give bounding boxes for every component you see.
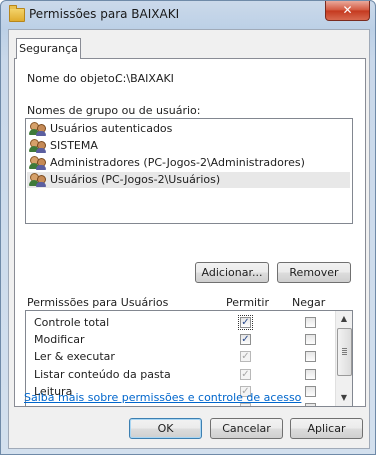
group-item-label: Usuários (PC-Jogos-2\Usuários) [50, 173, 221, 186]
group-item-label: SISTEMA [50, 139, 98, 152]
permission-row-controle-total: Controle total ✓ [26, 315, 336, 332]
groups-listbox[interactable]: Usuários autenticados SISTEMA Administra… [25, 118, 353, 224]
group-item-label: Administradores (PC-Jogos-2\Administrado… [50, 156, 305, 169]
security-tab-panel: Nome do objeto: C:\BAIXAKI Nomes de grup… [14, 58, 366, 407]
deny-checkbox-listar-conteudo[interactable] [305, 369, 316, 380]
scroll-down-arrow-icon[interactable]: ▼ [336, 390, 352, 406]
deny-checkbox-ler-executar[interactable] [305, 351, 316, 362]
title-bar[interactable]: Permissões para BAIXAKI ✕ [1, 1, 375, 29]
cancel-button[interactable]: Cancelar [210, 418, 283, 439]
groups-label: Nomes de grupo ou de usuário: [27, 104, 201, 117]
allow-checkbox-modificar[interactable]: ✓ [240, 334, 251, 345]
object-name-value: C:\BAIXAKI [115, 72, 174, 85]
add-button[interactable]: Adicionar... [195, 262, 269, 283]
group-item-label: Usuários autenticados [50, 122, 173, 135]
remove-button[interactable]: Remover [277, 262, 351, 283]
close-button[interactable]: ✕ [325, 1, 370, 21]
permission-row-modificar: Modificar ✓ [26, 332, 336, 349]
permissions-scrollbar[interactable]: ▲ ▼ [335, 311, 352, 406]
permission-name: Listar conteúdo da pasta [34, 368, 171, 381]
apply-button[interactable]: Aplicar [290, 418, 363, 439]
scroll-thumb[interactable] [337, 328, 352, 376]
allow-checkbox-listar-conteudo[interactable]: ✓ [240, 369, 251, 380]
allow-column-header: Permitir [226, 296, 270, 309]
users-icon [29, 122, 46, 136]
dialog-client-area: Segurança Nome do objeto: C:\BAIXAKI Nom… [8, 29, 370, 449]
permission-name: Modificar [34, 333, 85, 346]
permission-row-listar-conteudo: Listar conteúdo da pasta ✓ [26, 367, 336, 384]
group-item-usuarios[interactable]: Usuários (PC-Jogos-2\Usuários) [27, 172, 350, 188]
deny-checkbox-leitura[interactable] [305, 386, 316, 397]
permissions-header: Permissões para Usuários [27, 296, 169, 309]
learn-more-link[interactable]: Saiba mais sobre permissões e controle d… [24, 391, 301, 404]
ok-button[interactable]: OK [129, 418, 202, 439]
deny-column-header: Negar [292, 296, 326, 309]
users-icon [29, 139, 46, 153]
permission-name: Controle total [34, 316, 110, 329]
tab-seguranca[interactable]: Segurança [16, 38, 81, 59]
permission-name: Ler & executar [34, 350, 115, 363]
deny-checkbox-controle-total[interactable] [305, 317, 316, 328]
group-item-sistema[interactable]: SISTEMA [27, 138, 350, 154]
users-icon [29, 156, 46, 170]
permission-row-ler-executar: Ler & executar ✓ [26, 349, 336, 366]
folder-icon [9, 5, 25, 22]
allow-checkbox-controle-total[interactable]: ✓ [238, 315, 253, 330]
deny-checkbox-modificar[interactable] [305, 334, 316, 345]
deny-checkbox-partial[interactable] [305, 403, 316, 406]
permissions-dialog: Permissões para BAIXAKI ✕ Segurança Nome… [0, 0, 376, 455]
group-item-administradores[interactable]: Administradores (PC-Jogos-2\Administrado… [27, 155, 350, 171]
window-title: Permissões para BAIXAKI [29, 7, 180, 21]
object-name-label: Nome do objeto: [27, 72, 119, 85]
users-icon [29, 173, 46, 187]
group-item-usuarios-autenticados[interactable]: Usuários autenticados [27, 121, 350, 137]
allow-checkbox-ler-executar[interactable]: ✓ [240, 351, 251, 362]
scroll-up-arrow-icon[interactable]: ▲ [336, 311, 352, 327]
